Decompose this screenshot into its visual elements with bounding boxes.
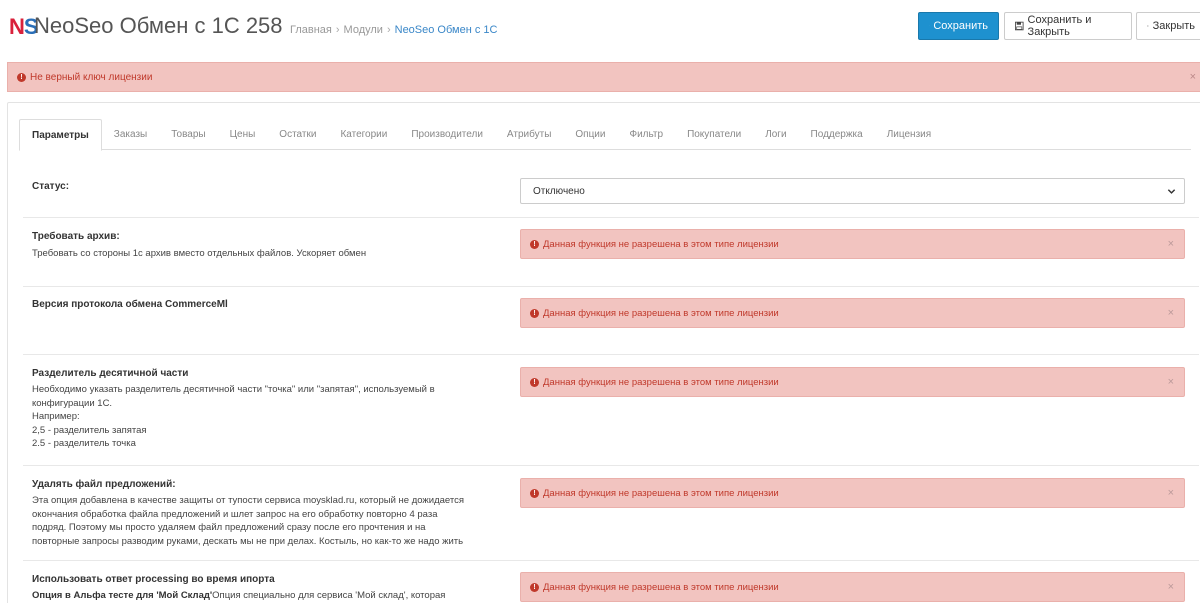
breadcrumb-home[interactable]: Главная — [290, 24, 332, 36]
setting-row-protocol: Версия протокола обмена CommerceMl ! Дан… — [23, 287, 1199, 355]
help-line: 2.5 - разделитель точка — [32, 438, 136, 449]
page-header: NS NeoSeo Обмен с 1С 258 Главная › Модул… — [0, 0, 1200, 58]
decimal-label: Разделитель десятичной части — [32, 368, 189, 379]
breadcrumb-current[interactable]: NeoSeo Обмен с 1С — [395, 24, 498, 36]
breadcrumb-separator: › — [386, 24, 391, 36]
help-line: Например: — [32, 411, 80, 422]
save-button-label: Сохранить — [933, 20, 988, 32]
tab-logs[interactable]: Логи — [753, 119, 798, 150]
setting-row-archive: Требовать архив: Требовать со стороны 1с… — [23, 218, 1199, 287]
floppy-icon — [1015, 21, 1024, 31]
status-select-value: Отключено — [533, 185, 585, 197]
exclamation-circle-icon: ! — [530, 308, 539, 318]
decimal-license-alert: ! Данная функция не разрешена в этом тип… — [520, 367, 1185, 397]
func-alert-text: Данная функция не разрешена в этом типе … — [543, 487, 779, 499]
decimal-help: Необходимо указать разделитель десятично… — [32, 383, 492, 451]
exclamation-circle-icon: ! — [530, 488, 539, 498]
tab-support[interactable]: Поддержка — [799, 119, 875, 150]
help-line: повторные запросы разводим руками, деска… — [32, 535, 464, 547]
help-line: Эта опция добавлена в качестве защиты от… — [32, 495, 465, 506]
save-and-close-button[interactable]: Сохранить и Закрыть — [1004, 12, 1132, 40]
tab-stock[interactable]: Остатки — [267, 119, 328, 150]
tab-attributes[interactable]: Атрибуты — [495, 119, 563, 150]
license-alert: ! Не верный ключ лицензии × — [7, 62, 1200, 92]
tab-bar: Параметры Заказы Товары Цены Остатки Кат… — [19, 119, 1191, 151]
processing-license-alert: ! Данная функция не разрешена в этом тип… — [520, 572, 1185, 602]
help-line: подряд. Поэтому мы просто удаляем файл п… — [32, 522, 426, 533]
help-line: конфигурации 1С. — [32, 397, 113, 409]
processing-help-bold: Опция в Альфа тесте для 'Мой Склад' — [32, 590, 213, 601]
close-button[interactable]: Закрыть — [1136, 12, 1200, 40]
status-select[interactable]: Отключено — [520, 178, 1185, 204]
save-and-close-label: Сохранить и Закрыть — [1027, 14, 1092, 38]
setting-row-processing: Использовать ответ processing во время и… — [23, 561, 1199, 603]
delete-offers-license-alert: ! Данная функция не разрешена в этом тип… — [520, 478, 1185, 508]
tab-categories[interactable]: Категории — [328, 119, 399, 150]
processing-label: Использовать ответ processing во время и… — [32, 574, 275, 585]
setting-row-status: Статус: Отключено — [23, 163, 1199, 218]
setting-row-delete-offers: Удалять файл предложений: Эта опция доба… — [23, 466, 1199, 561]
tab-products[interactable]: Товары — [159, 119, 217, 150]
archive-label: Требовать архив: — [32, 231, 120, 242]
tab-customers[interactable]: Покупатели — [675, 119, 753, 150]
delete-offers-label: Удалять файл предложений: — [32, 479, 176, 490]
breadcrumb-modules[interactable]: Модули — [344, 24, 383, 36]
help-line: 2,5 - разделитель запятая — [32, 424, 147, 436]
archive-license-alert: ! Данная функция не разрешена в этом тип… — [520, 229, 1185, 259]
close-icon[interactable]: × — [1168, 307, 1174, 319]
processing-help-text: Опция специально для сервиса 'Мой склад'… — [212, 590, 446, 601]
tab-manufacturers[interactable]: Производители — [399, 119, 495, 150]
protocol-license-alert: ! Данная функция не разрешена в этом тип… — [520, 298, 1185, 328]
archive-help: Требовать со стороны 1с архив вместо отд… — [32, 248, 367, 259]
close-icon[interactable]: × — [1168, 581, 1174, 593]
close-icon[interactable]: × — [1168, 376, 1174, 388]
chevron-down-icon — [1167, 189, 1176, 194]
tab-prices[interactable]: Цены — [218, 119, 268, 150]
license-alert-text: Не верный ключ лицензии — [30, 71, 153, 83]
func-alert-text: Данная функция не разрешена в этом типе … — [543, 307, 779, 319]
status-label: Статус: — [32, 181, 70, 192]
breadcrumb: Главная › Модули › NeoSeo Обмен с 1С — [290, 24, 497, 36]
close-button-label: Закрыть — [1152, 20, 1195, 32]
help-line: Необходимо указать разделитель десятично… — [32, 384, 435, 395]
settings-panel: Параметры Заказы Товары Цены Остатки Кат… — [7, 102, 1200, 603]
func-alert-text: Данная функция не разрешена в этом типе … — [543, 581, 779, 593]
tab-orders[interactable]: Заказы — [102, 119, 159, 150]
breadcrumb-separator: › — [335, 24, 340, 36]
delete-offers-help: Эта опция добавлена в качестве защиты от… — [32, 494, 492, 548]
save-button[interactable]: Сохранить — [918, 12, 999, 40]
exclamation-circle-icon: ! — [530, 377, 539, 387]
tab-options[interactable]: Опции — [563, 119, 617, 150]
close-icon[interactable]: × — [1190, 71, 1196, 83]
close-icon[interactable]: × — [1168, 487, 1174, 499]
exclamation-circle-icon: ! — [530, 239, 539, 249]
func-alert-text: Данная функция не разрешена в этом типе … — [543, 376, 779, 388]
close-icon — [1147, 25, 1149, 27]
close-icon[interactable]: × — [1168, 238, 1174, 250]
setting-row-decimal: Разделитель десятичной части Необходимо … — [23, 355, 1199, 466]
tab-filter[interactable]: Фильтр — [617, 119, 675, 150]
tab-parameters[interactable]: Параметры — [19, 119, 102, 151]
help-line: окончания обработка файла предложений и … — [32, 508, 438, 520]
exclamation-circle-icon: ! — [17, 72, 26, 82]
tab-license[interactable]: Лицензия — [875, 119, 943, 150]
func-alert-text: Данная функция не разрешена в этом типе … — [543, 238, 779, 250]
page-title: NeoSeo Обмен с 1С 258 — [34, 13, 283, 38]
protocol-label: Версия протокола обмена CommerceMl — [32, 299, 228, 310]
processing-help: Опция в Альфа тесте для 'Мой Склад'Опция… — [32, 589, 492, 603]
exclamation-circle-icon: ! — [530, 582, 539, 592]
